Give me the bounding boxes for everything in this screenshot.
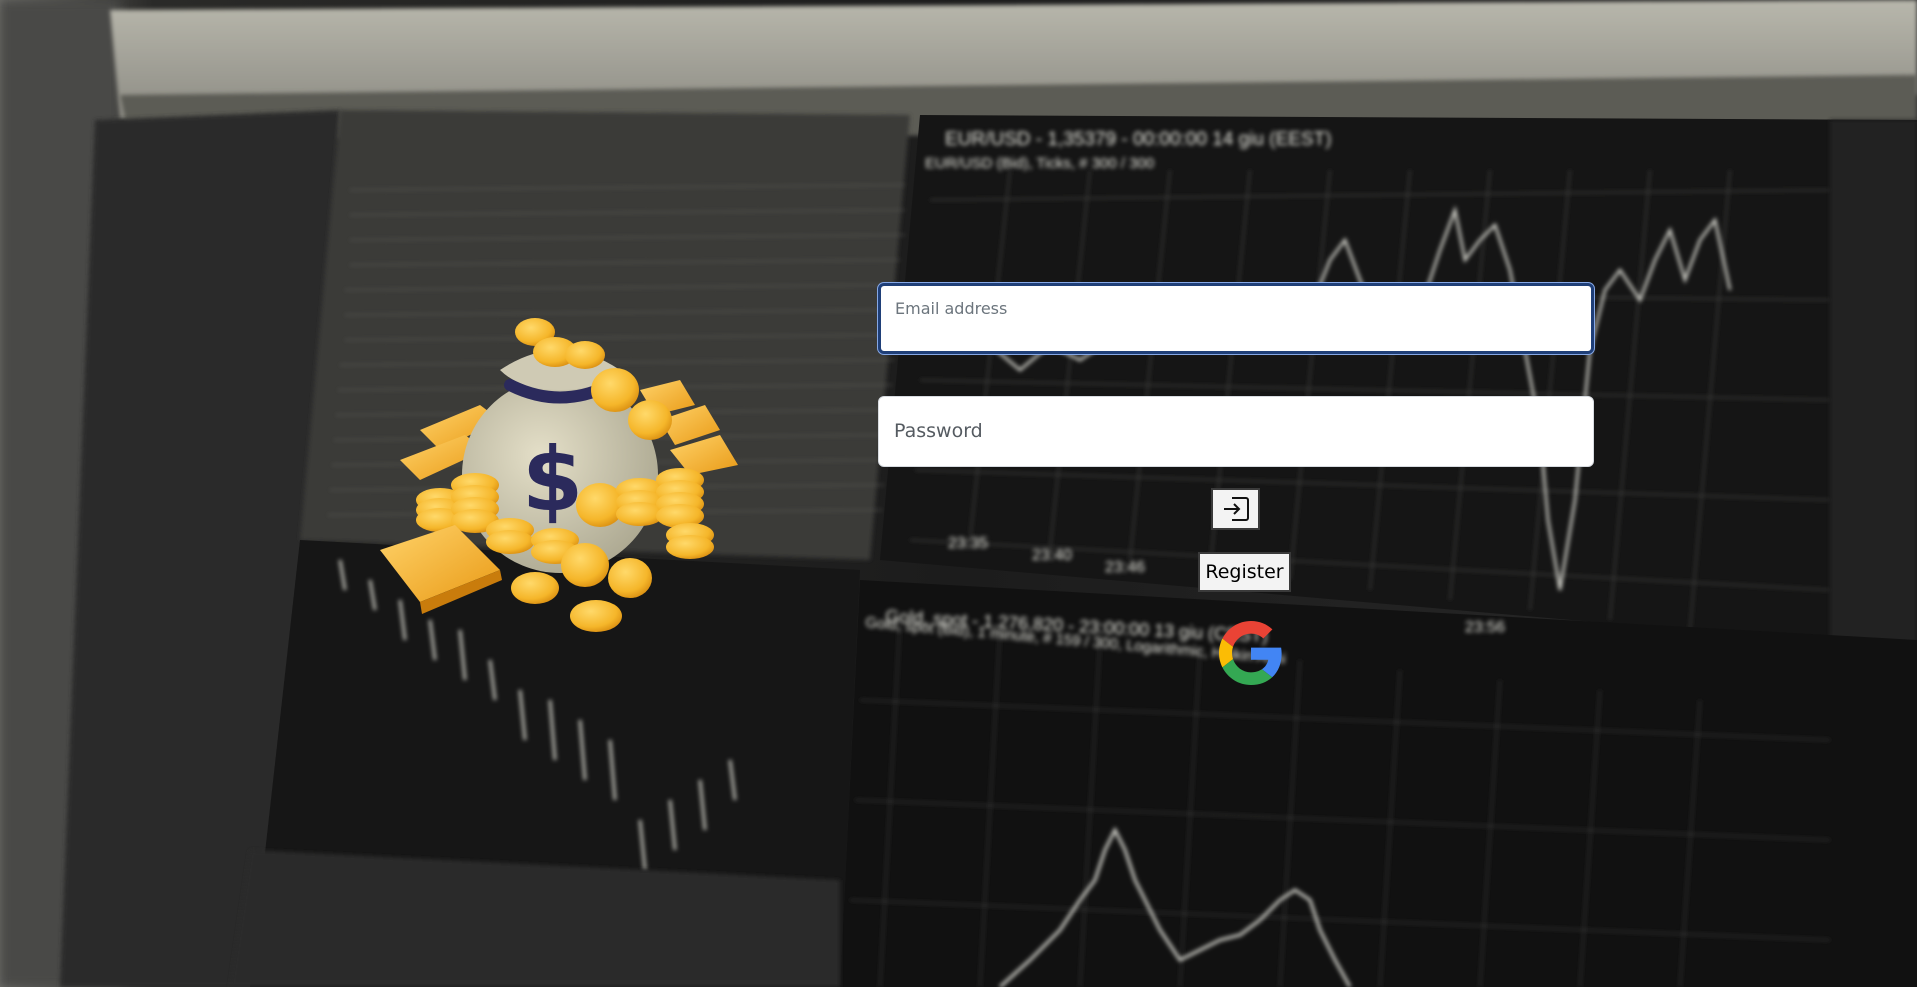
- svg-text:$: $: [522, 428, 583, 531]
- bg-time-tick: 23:46: [1105, 559, 1145, 576]
- login-page: EUR/USD - 1,35379 - 00:00:00 14 giu (EES…: [0, 0, 1917, 987]
- bg-chart-top-subtitle: EUR/USD (Bid), Ticks, # 300 / 300: [925, 155, 1154, 172]
- password-label: Password: [894, 420, 983, 442]
- background-trading-chart: EUR/USD - 1,35379 - 00:00:00 14 giu (EES…: [0, 0, 1917, 987]
- password-field[interactable]: Password: [878, 396, 1594, 467]
- email-field[interactable]: Email address: [878, 283, 1594, 354]
- money-bag-illustration: $: [380, 318, 738, 632]
- sign-in-icon: [1223, 497, 1249, 521]
- email-input[interactable]: [895, 321, 1577, 347]
- bg-chart-top-title: EUR/USD - 1,35379 - 00:00:00 14 giu (EES…: [945, 129, 1332, 150]
- login-button[interactable]: [1211, 488, 1260, 530]
- bg-time-tick: 23:56: [1465, 619, 1505, 636]
- register-button[interactable]: Register: [1198, 552, 1291, 592]
- bg-time-tick: 23:35: [948, 535, 988, 552]
- email-label: Email address: [895, 299, 1008, 318]
- bg-time-tick: 23:40: [1032, 547, 1072, 564]
- google-icon[interactable]: [1219, 621, 1283, 685]
